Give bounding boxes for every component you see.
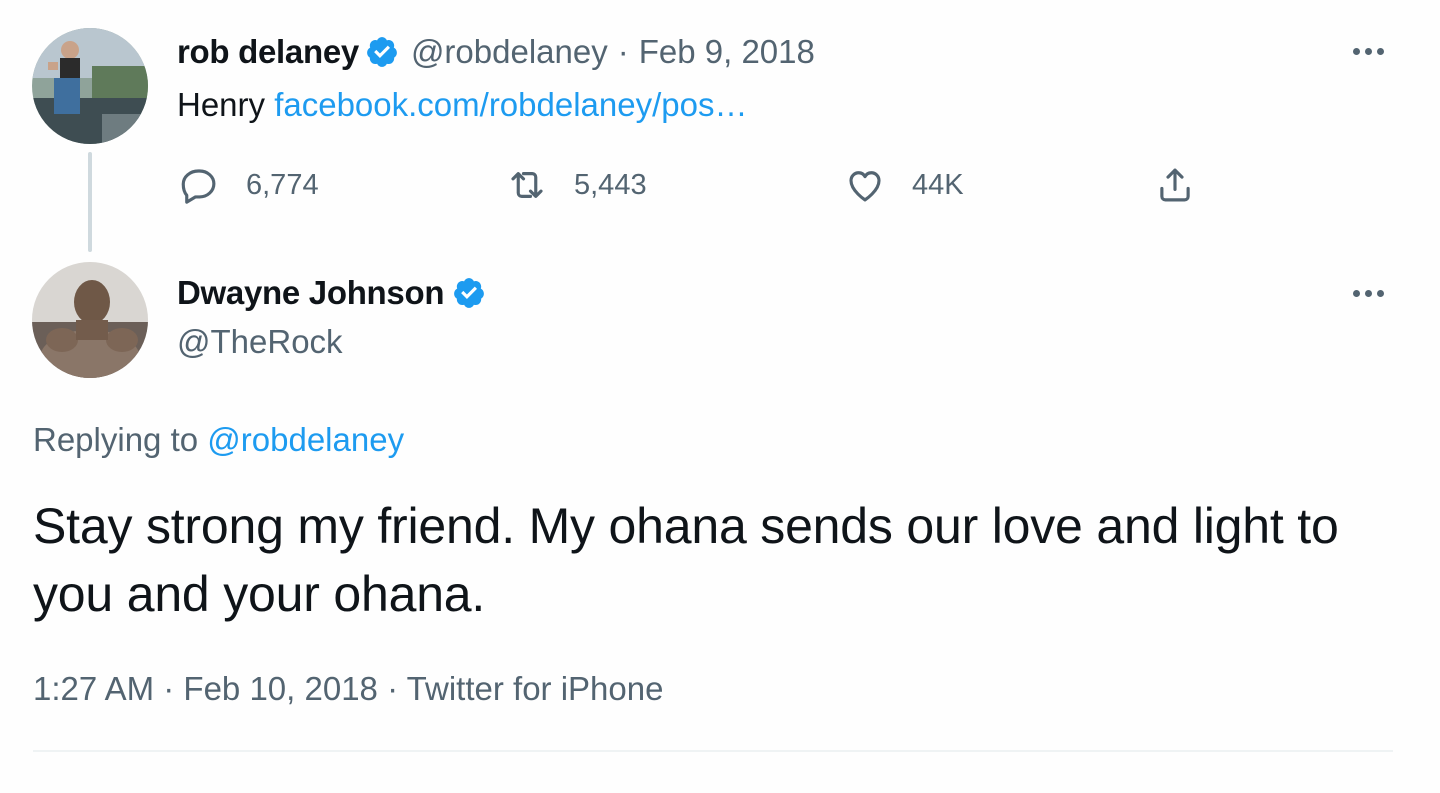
tweet-metadata: 1:27 AM · Feb 10, 2018 · Twitter for iPh…: [33, 670, 663, 708]
reply-button[interactable]: 6,774: [178, 164, 319, 206]
tweet-time[interactable]: 1:27 AM: [33, 670, 154, 707]
retweet-count: 5,443: [574, 168, 647, 201]
verified-badge-icon: [367, 37, 397, 67]
share-icon: [1160, 168, 1190, 202]
reply-count: 6,774: [246, 168, 319, 201]
avatar-photo-icon: [32, 28, 148, 144]
replying-to-label: Replying to: [33, 421, 199, 458]
reply-tweet-header: Dwayne Johnson: [177, 274, 486, 312]
like-button[interactable]: 44K: [844, 164, 964, 206]
more-options-icon[interactable]: [1353, 48, 1384, 55]
heart-icon: [849, 171, 881, 202]
thread-connector-line: [88, 152, 92, 252]
like-count: 44K: [912, 168, 964, 201]
avatar-photo-icon: [32, 262, 148, 378]
verified-badge-icon: [454, 278, 485, 308]
tweet-link[interactable]: facebook.com/robdelaney/pos…: [274, 86, 747, 123]
replying-to-handle[interactable]: @robdelaney: [207, 421, 404, 458]
retweet-button[interactable]: 5,443: [506, 164, 647, 206]
divider: [33, 750, 1393, 752]
replying-to: Replying to @robdelaney: [33, 421, 404, 459]
author-handle[interactable]: @TheRock: [177, 323, 343, 361]
original-tweet-text: Henry facebook.com/robdelaney/pos…: [177, 86, 747, 124]
rob-delaney-avatar[interactable]: [32, 28, 148, 144]
tweet-date[interactable]: Feb 10, 2018: [183, 670, 378, 707]
reply-tweet-text: Stay strong my friend. My ohana sends ou…: [33, 498, 1339, 622]
retweet-icon: [511, 172, 543, 198]
reply-icon: [181, 169, 216, 204]
more-options-icon[interactable]: [1353, 290, 1384, 297]
author-name[interactable]: Dwayne Johnson: [177, 274, 444, 312]
share-button[interactable]: [1154, 164, 1196, 206]
author-name[interactable]: rob delaney: [177, 33, 359, 71]
header-separator: ·: [617, 33, 629, 70]
tweet-source[interactable]: Twitter for iPhone: [407, 670, 664, 707]
original-tweet-header: rob delaney @robdelaney · Feb 9, 2018: [177, 33, 815, 71]
meta-separator: ·: [163, 670, 175, 707]
dwayne-johnson-avatar[interactable]: [32, 262, 148, 378]
meta-separator: ·: [387, 670, 399, 707]
author-handle[interactable]: @robdelaney: [411, 33, 608, 71]
tweet-body-text: Henry: [177, 86, 266, 123]
tweet-date[interactable]: Feb 9, 2018: [639, 33, 815, 71]
